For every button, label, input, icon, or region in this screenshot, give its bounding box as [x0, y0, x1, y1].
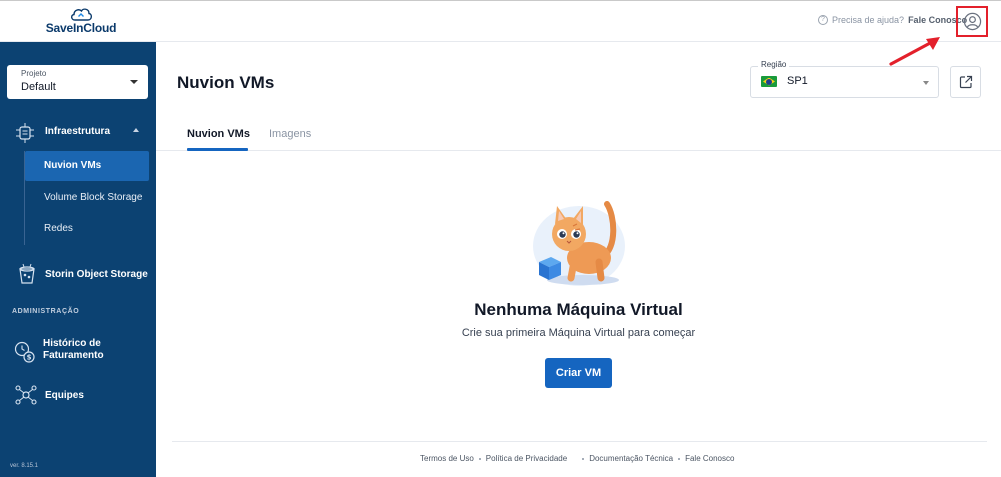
external-link-icon: [959, 75, 972, 89]
billing-history-icon: $: [14, 341, 35, 363]
chevron-up-icon: [133, 128, 139, 132]
sidebar-item-equipes[interactable]: Equipes: [0, 385, 156, 407]
chevron-down-icon: [923, 81, 929, 85]
chevron-down-icon: [130, 80, 138, 84]
help-question-icon: ?: [818, 15, 828, 25]
app-root: SaveInCloud ? Precisa de ajuda? Fale Con…: [0, 0, 1001, 477]
empty-state-subtitle: Crie sua primeira Máquina Virtual para c…: [461, 327, 696, 339]
sidebar-item-historico-faturamento[interactable]: $ Histórico de Faturamento: [0, 338, 156, 364]
region-value: SP1: [787, 75, 808, 87]
version-label: ver. 8.15.1: [10, 463, 39, 469]
logo[interactable]: SaveInCloud: [40, 5, 122, 39]
region-label: Região: [758, 60, 790, 69]
separator-dot: [582, 457, 585, 460]
project-value: Default: [21, 81, 56, 93]
billing-line2: Faturamento: [43, 350, 104, 361]
footer-link-terms[interactable]: Termos de Uso: [420, 454, 474, 463]
logo-text: SaveInCloud: [45, 21, 117, 35]
footer-link-contact[interactable]: Fale Conosco: [685, 454, 734, 463]
infra-submenu: Nuvion VMs Volume Block Storage Redes: [24, 151, 149, 245]
help-area: ? Precisa de ajuda? Fale Conosco: [818, 15, 967, 25]
tab-imagens[interactable]: Imagens: [269, 128, 311, 140]
cat-with-cube-illustration: [533, 201, 625, 286]
sidebar-item-label: Storin Object Storage: [45, 269, 148, 280]
top-bar: SaveInCloud ? Precisa de ajuda? Fale Con…: [0, 0, 1001, 42]
sidebar-item-label: Infraestrutura: [45, 126, 111, 137]
active-tab-indicator: [187, 148, 248, 151]
annotation-arrow-icon: [889, 37, 940, 66]
user-menu-button[interactable]: [956, 6, 988, 37]
tab-bar: Nuvion VMs Imagens: [156, 122, 1001, 151]
region-select[interactable]: Região SP1: [750, 60, 939, 98]
user-circle-icon: [963, 12, 981, 31]
server-network-icon: [16, 123, 34, 143]
sidebar-item-volume-block-storage[interactable]: Volume Block Storage: [25, 183, 149, 213]
sidebar-item-label: Equipes: [45, 390, 84, 401]
footer-divider: [172, 441, 987, 442]
svg-text:$: $: [27, 354, 32, 362]
footer-link-privacy[interactable]: Política de Privacidade: [486, 454, 567, 463]
sidebar-item-storin[interactable]: Storin Object Storage: [0, 263, 156, 286]
footer-links: Termos de Uso Política de Privacidade Do…: [420, 454, 734, 463]
open-external-button[interactable]: [950, 66, 981, 98]
empty-state-title: Nenhuma Máquina Virtual: [474, 300, 683, 319]
page-title: Nuvion VMs: [177, 73, 275, 92]
sidebar-item-redes[interactable]: Redes: [25, 214, 149, 244]
separator-dot: [478, 457, 481, 460]
footer-link-docs[interactable]: Documentação Técnica: [589, 454, 673, 463]
billing-line1: Histórico de: [43, 338, 101, 349]
sidebar: Projeto Default Infraestrutura Nuvion VM…: [0, 42, 156, 477]
project-label: Projeto: [21, 69, 47, 78]
help-text: Precisa de ajuda?: [832, 15, 905, 25]
bucket-storage-icon: [19, 263, 35, 284]
team-network-icon: [15, 385, 37, 405]
cloud-logo-icon: [70, 8, 93, 21]
sidebar-item-infraestrutura[interactable]: Infraestrutura: [0, 123, 156, 143]
sidebar-item-label: Histórico de Faturamento: [43, 338, 104, 362]
project-select[interactable]: Projeto Default: [7, 65, 148, 99]
create-vm-button[interactable]: Criar VM: [545, 358, 612, 388]
separator-dot: [678, 457, 681, 460]
brazil-flag-icon: [761, 76, 777, 87]
sidebar-item-nuvion-vms[interactable]: Nuvion VMs: [25, 151, 149, 181]
tab-nuvion-vms[interactable]: Nuvion VMs: [187, 128, 250, 140]
section-label-admin: ADMINISTRAÇÃO: [12, 308, 80, 315]
